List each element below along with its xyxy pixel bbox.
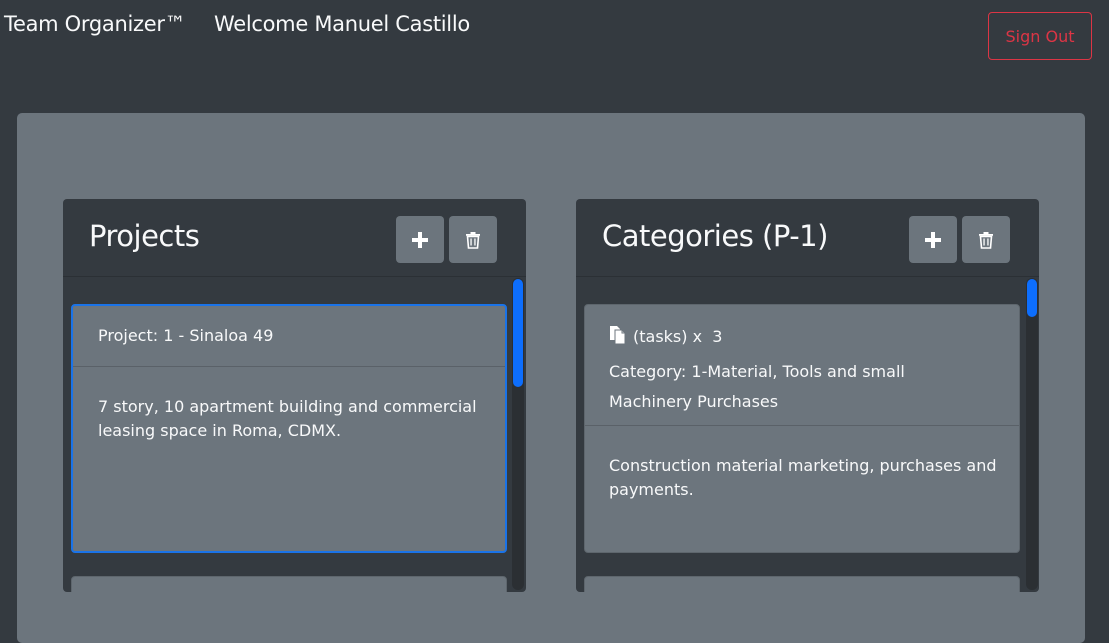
sign-out-button[interactable]: Sign Out bbox=[988, 12, 1092, 60]
categories-list[interactable]: (tasks) x 3 Category: 1-Material, Tools … bbox=[576, 277, 1039, 592]
project-description: 7 story, 10 apartment building and comme… bbox=[98, 397, 477, 440]
welcome-message: Welcome Manuel Castillo bbox=[214, 12, 470, 36]
delete-project-button[interactable] bbox=[449, 216, 497, 263]
category-description: Construction material marketing, purchas… bbox=[609, 456, 997, 499]
plus-icon bbox=[412, 231, 428, 248]
project-card-next[interactable] bbox=[71, 576, 507, 592]
app-brand[interactable]: Team Organizer™ bbox=[4, 12, 186, 36]
projects-panel: Projects Project: 1 - Sinaloa 49 7 story… bbox=[63, 199, 526, 592]
projects-list[interactable]: Project: 1 - Sinaloa 49 7 story, 10 apar… bbox=[63, 277, 526, 592]
category-tasks-count: (tasks) x 3 bbox=[633, 327, 723, 346]
top-navbar: Team Organizer™ Welcome Manuel Castillo … bbox=[0, 0, 1109, 80]
categories-panel: Categories (P-1) (tasks) x 3 Category: 1… bbox=[576, 199, 1039, 592]
trash-icon bbox=[979, 231, 993, 249]
projects-scroll-thumb[interactable] bbox=[513, 279, 523, 387]
category-card-header: (tasks) x 3 Category: 1-Material, Tools … bbox=[585, 305, 1019, 426]
projects-title: Projects bbox=[89, 219, 200, 253]
project-name: Project: 1 - Sinaloa 49 bbox=[98, 326, 274, 345]
add-category-button[interactable] bbox=[909, 216, 957, 263]
projects-scrollbar[interactable] bbox=[512, 278, 524, 590]
categories-panel-header: Categories (P-1) bbox=[576, 199, 1039, 277]
project-card[interactable]: Project: 1 - Sinaloa 49 7 story, 10 apar… bbox=[71, 304, 507, 553]
category-card-next[interactable] bbox=[584, 576, 1020, 592]
add-project-button[interactable] bbox=[396, 216, 444, 263]
tasks-files-icon bbox=[610, 326, 626, 345]
category-card[interactable]: (tasks) x 3 Category: 1-Material, Tools … bbox=[584, 304, 1020, 553]
projects-panel-header: Projects bbox=[63, 199, 526, 277]
trash-icon bbox=[466, 231, 480, 249]
category-name: Category: 1-Material, Tools and small Ma… bbox=[609, 362, 905, 411]
categories-scrollbar[interactable] bbox=[1026, 278, 1038, 590]
categories-title: Categories (P-1) bbox=[602, 219, 828, 253]
plus-icon bbox=[925, 231, 941, 248]
categories-scroll-thumb[interactable] bbox=[1027, 279, 1037, 317]
project-card-header: Project: 1 - Sinaloa 49 bbox=[73, 306, 505, 367]
delete-category-button[interactable] bbox=[962, 216, 1010, 263]
